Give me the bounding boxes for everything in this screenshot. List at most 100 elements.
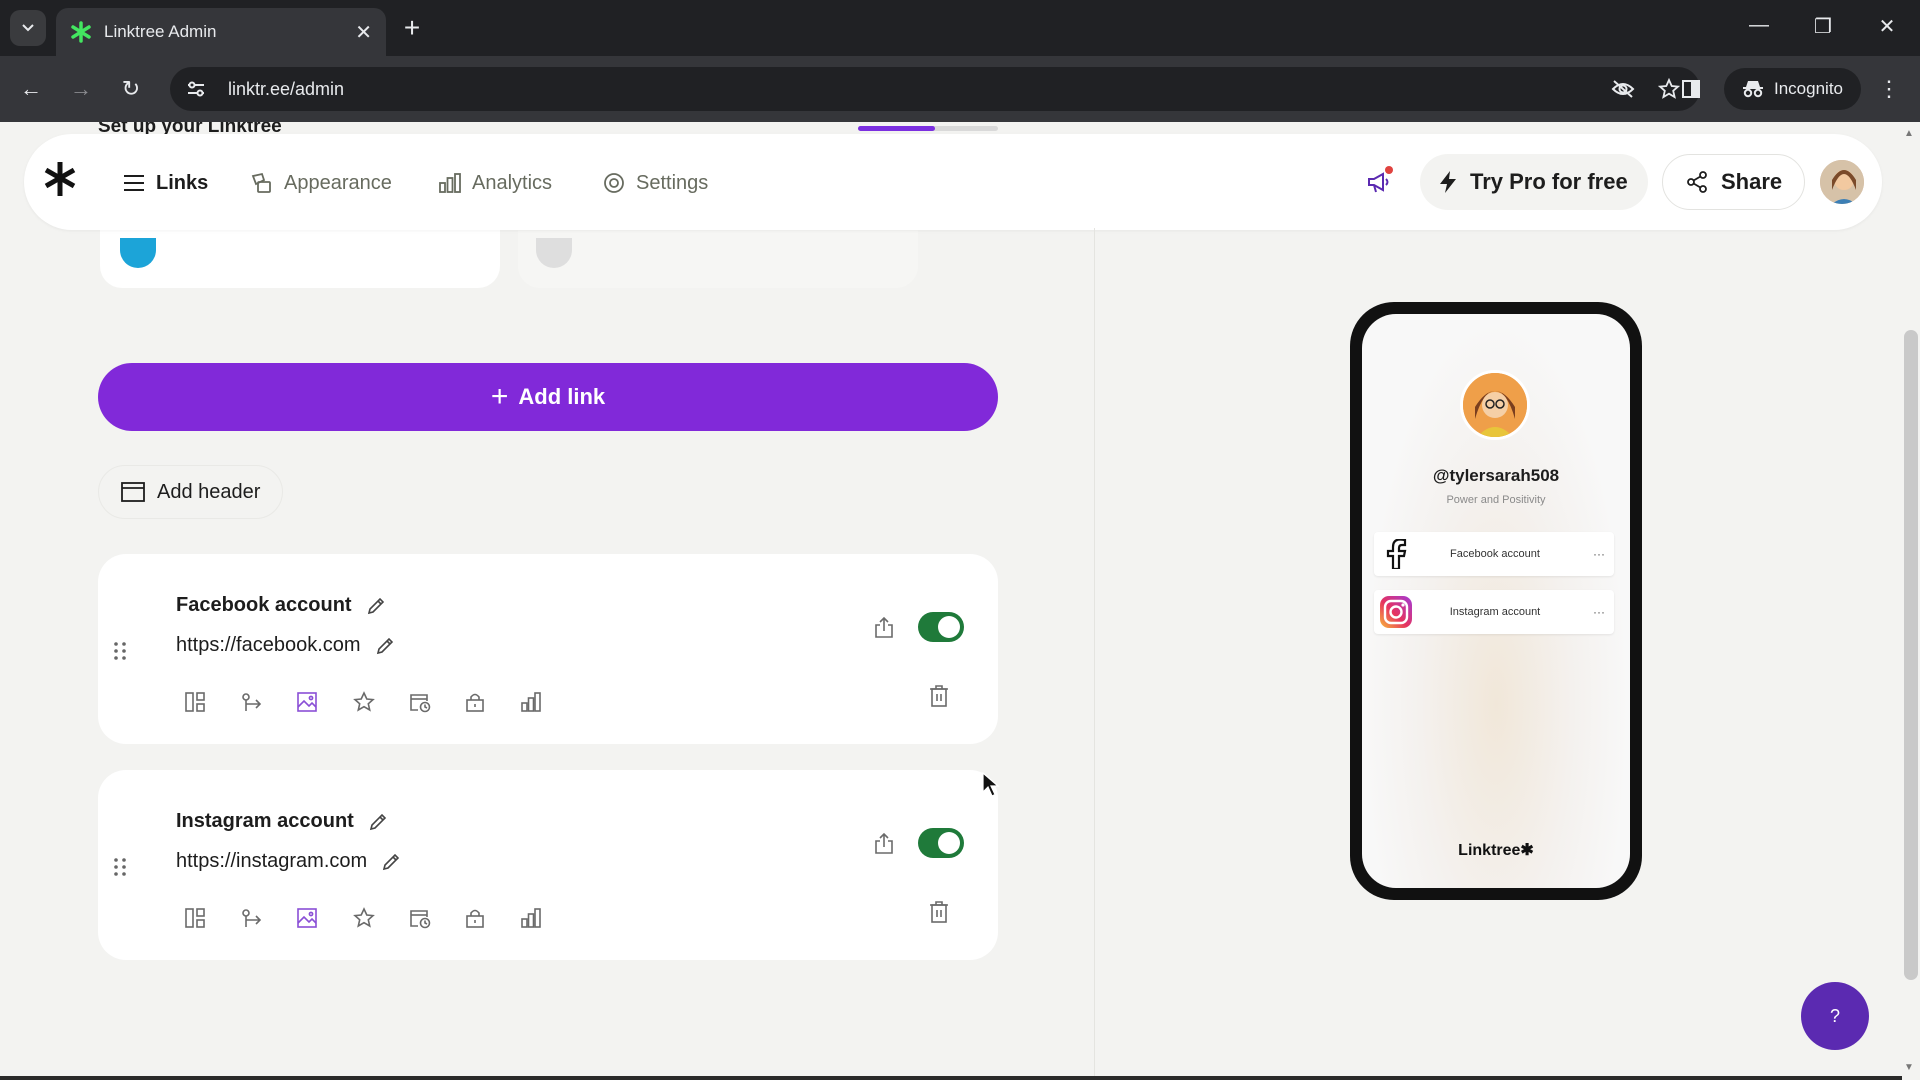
trash-icon[interactable] <box>928 684 950 713</box>
browser-toolbar: ← → ↻ linktr.ee/admin Incognito ⋮ <box>0 56 1920 122</box>
redirect-icon[interactable] <box>240 898 296 938</box>
preview-bio: Power and Positivity <box>1446 494 1546 506</box>
browser-tab-bar: Linktree Admin ✕ + — ❐ ✕ <box>0 0 1920 56</box>
tab-search-button[interactable] <box>10 10 46 46</box>
preview-avatar <box>1460 370 1530 440</box>
more-icon[interactable]: ··· <box>1584 547 1614 561</box>
add-header-button[interactable]: Add header <box>98 465 284 519</box>
link-title-text: Instagram account <box>176 810 354 832</box>
bolt-icon <box>1440 171 1456 193</box>
pencil-icon[interactable] <box>366 596 386 616</box>
link-card-facebook: Facebook account https://facebook.com <box>98 554 998 744</box>
close-window-icon[interactable]: ✕ <box>1872 14 1902 39</box>
preview-link-facebook[interactable]: Facebook account ··· <box>1374 532 1614 576</box>
help-button[interactable]: ? <box>1801 982 1869 1050</box>
browser-tab[interactable]: Linktree Admin ✕ <box>56 8 386 56</box>
star-icon[interactable] <box>352 682 408 722</box>
link-tools <box>184 898 576 938</box>
link-enabled-toggle[interactable] <box>918 612 964 642</box>
link-title[interactable]: Instagram account <box>176 810 388 833</box>
close-tab-icon[interactable]: ✕ <box>355 20 372 45</box>
nav-appearance[interactable]: Appearance <box>250 166 392 200</box>
redirect-icon[interactable] <box>240 682 296 722</box>
share-button[interactable]: Share <box>1662 154 1806 210</box>
link-url[interactable]: https://instagram.com <box>176 850 401 873</box>
plus-icon: + <box>490 380 509 413</box>
add-link-button[interactable]: + Add link <box>98 363 998 431</box>
setup-progress-fill <box>858 126 935 131</box>
drag-handle-icon[interactable] <box>112 856 128 883</box>
new-tab-button[interactable]: + <box>396 12 428 44</box>
linktree-admin-page: Set up your Linktree Links Appearance An… <box>0 122 1920 1080</box>
eye-off-icon[interactable] <box>1608 74 1638 104</box>
lock-icon[interactable] <box>464 682 520 722</box>
layout-icon[interactable] <box>184 898 240 938</box>
nav-settings[interactable]: Settings <box>602 166 708 200</box>
scroll-down-icon[interactable]: ▼ <box>1904 1062 1914 1073</box>
scroll-up-icon[interactable]: ▲ <box>1904 128 1914 139</box>
link-url[interactable]: https://facebook.com <box>176 634 395 657</box>
trash-icon[interactable] <box>928 900 950 929</box>
link-title[interactable]: Facebook account <box>176 594 386 617</box>
star-icon[interactable] <box>352 898 408 938</box>
settings-icon <box>604 173 624 193</box>
drag-handle-icon[interactable] <box>112 640 128 667</box>
forward-icon[interactable]: → <box>66 74 96 104</box>
nav-analytics[interactable]: Analytics <box>438 166 552 200</box>
phone-preview: @tylersarah508 Power and Positivity Face… <box>1350 302 1642 900</box>
preview-footer-logo: Linktree✱ <box>1458 842 1534 859</box>
setup-card-icon <box>120 238 156 268</box>
help-label: ? <box>1829 1005 1840 1026</box>
url-text[interactable]: linktr.ee/admin <box>228 79 1608 100</box>
minimize-icon[interactable]: — <box>1744 14 1774 37</box>
link-tools <box>184 682 576 722</box>
site-info-icon[interactable] <box>184 77 208 101</box>
incognito-badge[interactable]: Incognito <box>1724 68 1861 110</box>
lock-icon[interactable] <box>464 898 520 938</box>
stats-icon[interactable] <box>520 898 576 938</box>
setup-card-icon <box>536 238 572 268</box>
links-icon <box>124 175 144 191</box>
linktree-logo-icon[interactable] <box>44 162 76 202</box>
restore-icon[interactable]: ❐ <box>1808 14 1838 39</box>
admin-navbar: Links Appearance Analytics Settings Try … <box>24 134 1882 230</box>
export-icon[interactable] <box>872 832 896 861</box>
preview-link-instagram[interactable]: Instagram account ··· <box>1374 590 1614 634</box>
nav-settings-label: Settings <box>636 171 709 194</box>
export-icon[interactable] <box>872 616 896 645</box>
thumbnail-icon[interactable] <box>296 898 352 938</box>
megaphone-icon[interactable] <box>1359 162 1399 202</box>
side-panel-icon[interactable] <box>1676 74 1706 104</box>
more-icon[interactable]: ··· <box>1584 605 1614 619</box>
preview-link-label: Facebook account <box>1450 548 1540 560</box>
add-header-label: Add header <box>157 480 261 503</box>
back-icon[interactable]: ← <box>16 74 46 104</box>
analytics-icon <box>439 173 461 193</box>
appearance-icon <box>251 172 271 193</box>
stats-icon[interactable] <box>520 682 576 722</box>
browser-menu-icon[interactable]: ⋮ <box>1878 76 1900 102</box>
schedule-icon[interactable] <box>408 898 464 938</box>
taskbar-edge <box>0 1076 1902 1080</box>
nav-links[interactable]: Links <box>122 166 208 200</box>
layout-icon[interactable] <box>184 682 240 722</box>
avatar[interactable] <box>1818 158 1866 206</box>
scrollbar-thumb[interactable] <box>1904 330 1918 980</box>
instagram-icon <box>1374 590 1418 634</box>
linktree-favicon-icon <box>71 21 91 43</box>
thumbnail-icon[interactable] <box>296 682 352 722</box>
mouse-cursor-icon <box>982 771 1000 803</box>
pencil-icon[interactable] <box>381 852 401 872</box>
link-url-text: https://instagram.com <box>176 850 368 872</box>
pencil-icon[interactable] <box>368 812 388 832</box>
try-pro-button[interactable]: Try Pro for free <box>1420 154 1648 210</box>
link-enabled-toggle[interactable] <box>918 828 964 858</box>
incognito-label: Incognito <box>1774 79 1843 98</box>
address-bar[interactable]: linktr.ee/admin <box>170 67 1700 111</box>
nav-appearance-label: Appearance <box>284 171 392 194</box>
pencil-icon[interactable] <box>375 636 395 656</box>
preview-link-label: Instagram account <box>1449 606 1541 618</box>
schedule-icon[interactable] <box>408 682 464 722</box>
facebook-icon <box>1374 532 1418 576</box>
reload-icon[interactable]: ↻ <box>116 74 146 104</box>
